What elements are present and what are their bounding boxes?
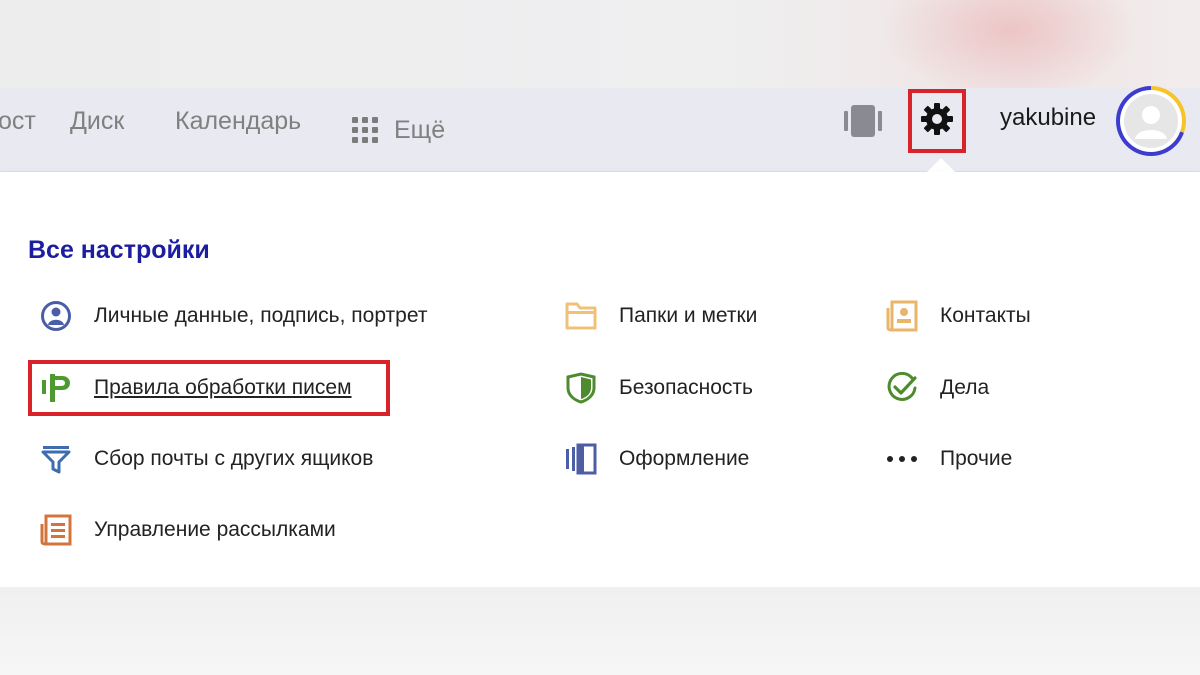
dots-icon xyxy=(886,443,918,475)
settings-item-folders[interactable]: Папки и метки xyxy=(565,296,757,336)
rules-icon xyxy=(40,372,72,404)
phone-icon[interactable] xyxy=(844,104,882,143)
username[interactable]: yakubine xyxy=(1000,104,1096,132)
settings-item-label: Управление рассылками xyxy=(94,518,336,541)
nav-item-more-label: Ещё xyxy=(394,116,446,144)
settings-item-collect-mail[interactable]: Сбор почты с других ящиков xyxy=(40,439,373,479)
nav-item-partial[interactable]: ост xyxy=(0,88,36,172)
avatar-placeholder-icon xyxy=(1124,94,1178,148)
dropdown-caret xyxy=(927,158,955,172)
person-icon xyxy=(40,300,72,332)
settings-button[interactable] xyxy=(908,89,966,153)
settings-item-theme[interactable]: Оформление xyxy=(565,439,749,479)
shield-icon xyxy=(565,372,597,404)
settings-item-label: Сбор почты с других ящиков xyxy=(94,447,374,470)
blurred-background-bottom xyxy=(0,587,1200,675)
theme-icon xyxy=(565,443,597,475)
blurred-background xyxy=(0,0,1200,100)
settings-item-label: Дела xyxy=(940,376,990,399)
contacts-icon xyxy=(886,300,918,332)
settings-item-label: Папки и метки xyxy=(619,304,758,327)
settings-title[interactable]: Все настройки xyxy=(28,236,210,265)
settings-item-label: Правила обработки писем xyxy=(94,376,352,399)
settings-item-label: Личные данные, подпись, портрет xyxy=(94,304,428,327)
settings-dropdown: Все настройки Личные данные, подпись, по… xyxy=(0,172,1200,587)
grid-icon xyxy=(352,117,378,143)
settings-item-personal[interactable]: Личные данные, подпись, портрет xyxy=(40,296,427,336)
funnel-icon xyxy=(40,443,72,475)
settings-item-other[interactable]: Прочие xyxy=(886,439,1012,479)
nav-item-calendar[interactable]: Календарь xyxy=(175,88,301,172)
settings-item-newsletters[interactable]: Управление рассылками xyxy=(40,510,336,550)
settings-item-rules[interactable]: Правила обработки писем xyxy=(40,368,352,408)
folder-icon xyxy=(565,300,597,332)
nav-item-disk[interactable]: Диск xyxy=(70,88,124,172)
settings-item-label: Оформление xyxy=(619,447,750,470)
avatar[interactable] xyxy=(1116,86,1186,156)
blur-smudge xyxy=(880,0,1140,100)
newsletter-icon xyxy=(40,514,72,546)
settings-item-tasks[interactable]: Дела xyxy=(886,368,989,408)
settings-item-label: Контакты xyxy=(940,304,1031,327)
check-icon xyxy=(886,372,918,404)
settings-item-contacts[interactable]: Контакты xyxy=(886,296,1031,336)
settings-item-security[interactable]: Безопасность xyxy=(565,368,753,408)
nav-item-more[interactable]: Ещё xyxy=(352,88,445,172)
gear-icon xyxy=(919,101,955,142)
settings-item-label: Прочие xyxy=(940,447,1013,470)
settings-item-label: Безопасность xyxy=(619,376,753,399)
